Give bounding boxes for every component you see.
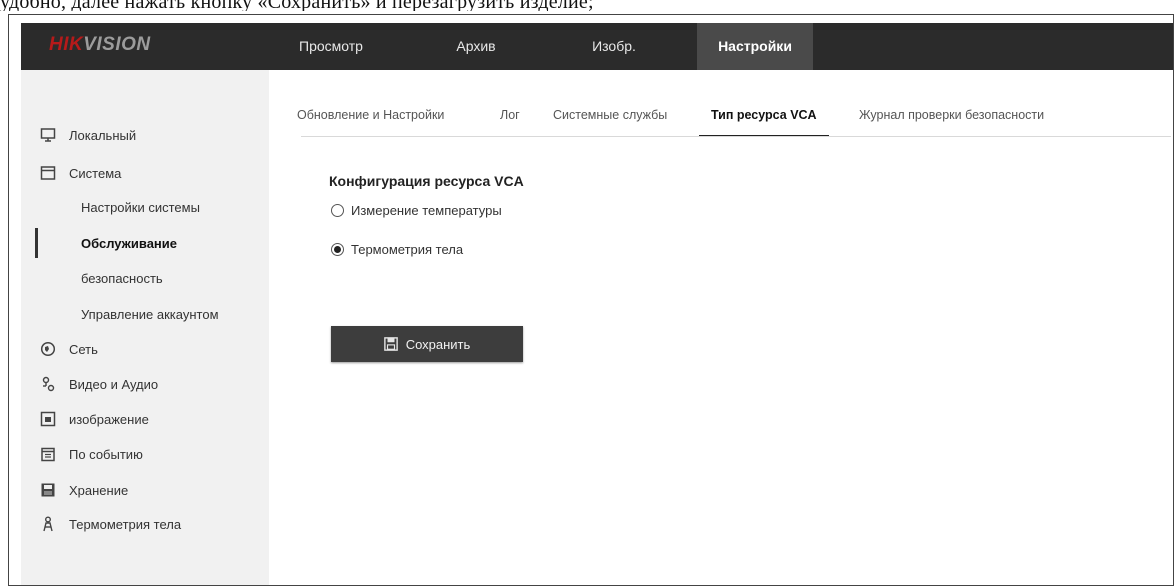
sidebar-item-label: Система <box>69 165 122 181</box>
sidebar-item-local[interactable]: Локальный <box>21 118 269 152</box>
sidebar-item-label: Термометрия тела <box>69 516 182 532</box>
sidebar-item-body-thermometry[interactable]: Термометрия тела <box>21 507 269 541</box>
sidebar-item-image[interactable]: изображение <box>21 402 269 436</box>
logo-vision-text: VISION <box>83 34 151 55</box>
storage-icon <box>39 481 57 499</box>
option-label: Измерение температуры <box>351 203 502 218</box>
hikvision-logo: HIKVISION <box>49 34 151 56</box>
option-label: Термометрия тела <box>351 242 464 257</box>
document-header-text: удобно, далее нажать кнопку «Сохранить» … <box>0 0 594 11</box>
screenshot-frame: HIKVISION Просмотр Архив Изобр. Настройк… <box>8 14 1174 586</box>
sidebar-item-network[interactable]: Сеть <box>21 332 269 366</box>
sidebar-item-label: безопасность <box>81 270 163 286</box>
tab-log[interactable]: Лог <box>500 95 520 135</box>
network-icon <box>39 340 57 358</box>
sidebar-item-label: Сеть <box>69 341 98 357</box>
image-icon <box>39 410 57 428</box>
sidebar-item-storage[interactable]: Хранение <box>21 473 269 507</box>
sidebar-item-video-audio[interactable]: Видео и Аудио <box>21 367 269 401</box>
tab-vca-resource-type[interactable]: Тип ресурса VCA <box>699 95 829 137</box>
sidebar-item-label: изображение <box>69 411 149 427</box>
tab-divider <box>301 136 1171 137</box>
section-title: Конфигурация ресурса VCA <box>329 173 524 189</box>
sidebar-item-system[interactable]: Система <box>21 156 269 190</box>
radio-button[interactable] <box>331 204 344 217</box>
tab-system-service[interactable]: Системные службы <box>553 95 667 135</box>
sidebar: Локальный Система Настройки системы Обсл… <box>21 70 269 585</box>
sidebar-item-label: Локальный <box>69 127 137 143</box>
sidebar-item-label: Хранение <box>69 482 129 498</box>
tab-security-audit-log[interactable]: Журнал проверки безопасности <box>859 95 1044 135</box>
radio-button-checked[interactable] <box>331 243 344 256</box>
nav-playback[interactable]: Архив <box>441 23 511 70</box>
person-icon <box>39 515 57 533</box>
save-button[interactable]: Сохранить <box>331 326 523 362</box>
video-audio-icon <box>39 375 57 393</box>
sidebar-item-event[interactable]: По событию <box>21 437 269 471</box>
sidebar-item-security[interactable]: безопасность <box>21 261 329 295</box>
sidebar-item-account-management[interactable]: Управление аккаунтом <box>21 297 329 331</box>
sidebar-item-label: По событию <box>69 446 143 462</box>
top-navigation-bar: HIKVISION Просмотр Архив Изобр. Настройк… <box>21 23 1173 70</box>
nav-live-view[interactable]: Просмотр <box>291 23 371 70</box>
save-icon <box>383 337 398 351</box>
sidebar-item-maintenance[interactable]: Обслуживание <box>21 226 329 260</box>
sidebar-item-label: Управление аккаунтом <box>81 306 219 322</box>
option-temperature-measurement[interactable]: Измерение температуры <box>331 203 502 218</box>
tab-upgrade-maintenance[interactable]: Обновление и Настройки <box>297 95 444 135</box>
window-icon <box>39 164 57 182</box>
nav-image[interactable]: Изобр. <box>579 23 649 70</box>
logo-hik-text: HIK <box>49 34 84 55</box>
monitor-icon <box>39 126 57 144</box>
calendar-icon <box>39 445 57 463</box>
sidebar-item-label: Обслуживание <box>81 235 178 251</box>
sidebar-item-system-settings[interactable]: Настройки системы <box>21 190 329 224</box>
sidebar-item-label: Настройки системы <box>81 199 200 215</box>
save-button-label: Сохранить <box>405 336 471 352</box>
sidebar-item-label: Видео и Аудио <box>69 376 159 392</box>
option-body-thermometry[interactable]: Термометрия тела <box>331 242 463 257</box>
nav-configuration[interactable]: Настройки <box>697 23 813 70</box>
